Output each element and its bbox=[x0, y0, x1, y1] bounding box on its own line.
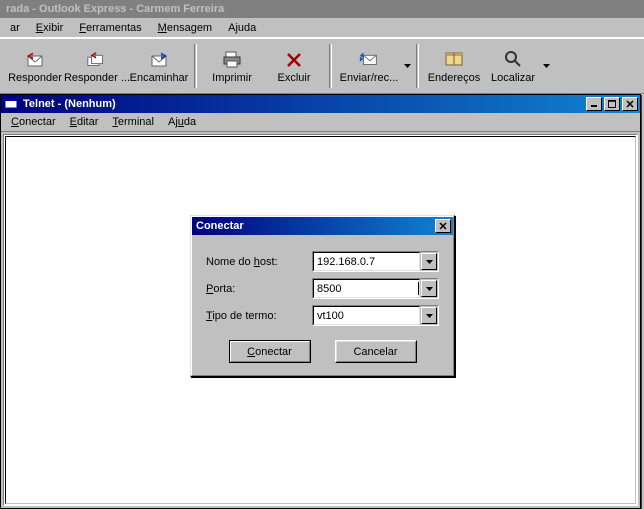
forward-icon bbox=[148, 49, 170, 69]
toolbar-separator bbox=[416, 44, 419, 88]
forward-button[interactable]: Encaminhar bbox=[128, 42, 190, 90]
reply-all-icon bbox=[86, 49, 108, 69]
term-dropdown-button[interactable] bbox=[421, 307, 437, 324]
cancel-button[interactable]: Cancelar bbox=[335, 340, 417, 363]
toolbar-separator bbox=[329, 44, 332, 88]
host-input[interactable] bbox=[314, 253, 419, 270]
telnet-menu-terminal[interactable]: Terminal bbox=[106, 114, 160, 130]
reply-all-label: Responder ... bbox=[64, 72, 130, 84]
dialog-title-bar[interactable]: Conectar bbox=[192, 217, 453, 235]
close-button[interactable] bbox=[622, 97, 638, 111]
telnet-app-icon bbox=[3, 96, 19, 112]
outlook-title-bar: rada - Outlook Express - Carmem Ferreira bbox=[0, 0, 644, 18]
send-recv-button[interactable]: Enviar/rec... bbox=[336, 42, 402, 90]
outlook-toolbar: Responder Responder ... Encaminhar Impri… bbox=[0, 38, 644, 94]
telnet-menu-editar[interactable]: Editar bbox=[64, 114, 105, 130]
maximize-button[interactable] bbox=[604, 97, 620, 111]
host-label: Nome do host: bbox=[206, 256, 312, 268]
connect-dialog: Conectar Nome do host: Porta: Tipo de te… bbox=[190, 215, 455, 377]
menu-item-mensagem[interactable]: Mensagem bbox=[152, 20, 218, 36]
telnet-menu-ajuda[interactable]: Ajuda bbox=[162, 114, 202, 130]
telnet-menu-bar: Conectar Editar Terminal Ajuda bbox=[1, 113, 640, 132]
reply-all-button[interactable]: Responder ... bbox=[66, 42, 128, 90]
delete-icon bbox=[283, 49, 305, 69]
host-dropdown-button[interactable] bbox=[421, 253, 437, 270]
term-input[interactable] bbox=[314, 307, 419, 324]
telnet-menu-conectar[interactable]: Conectar bbox=[5, 114, 62, 130]
find-button[interactable]: Localizar bbox=[485, 42, 541, 90]
addresses-button[interactable]: Endereços bbox=[423, 42, 485, 90]
host-combo[interactable] bbox=[312, 251, 439, 272]
find-icon bbox=[502, 49, 524, 69]
term-combo[interactable] bbox=[312, 305, 439, 326]
port-label: Porta: bbox=[206, 283, 312, 295]
print-button[interactable]: Imprimir bbox=[201, 42, 263, 90]
outlook-title-text: rada - Outlook Express - Carmem Ferreira bbox=[6, 3, 224, 15]
menu-item-ferramentas[interactable]: Ferramentas bbox=[73, 20, 147, 36]
connect-button[interactable]: Conectar bbox=[229, 340, 311, 363]
port-input[interactable] bbox=[314, 280, 417, 297]
print-label: Imprimir bbox=[212, 72, 252, 84]
forward-label: Encaminhar bbox=[130, 72, 189, 84]
toolbar-separator bbox=[194, 44, 197, 88]
find-dropdown[interactable] bbox=[541, 64, 551, 68]
port-dropdown-button[interactable] bbox=[421, 280, 437, 297]
delete-label: Excluir bbox=[277, 72, 310, 84]
menu-item[interactable]: ar bbox=[4, 20, 26, 36]
delete-button[interactable]: Excluir bbox=[263, 42, 325, 90]
find-label: Localizar bbox=[491, 72, 535, 84]
telnet-title-text: Telnet - (Nenhum) bbox=[21, 98, 586, 110]
telnet-title-bar[interactable]: Telnet - (Nenhum) bbox=[1, 95, 640, 113]
dialog-close-button[interactable] bbox=[435, 219, 451, 233]
text-caret bbox=[418, 282, 419, 295]
reply-label: Responder bbox=[8, 72, 62, 84]
port-combo[interactable] bbox=[312, 278, 439, 299]
term-label: Tipo de termo: bbox=[206, 310, 312, 322]
send-recv-dropdown[interactable] bbox=[402, 64, 412, 68]
reply-button[interactable]: Responder bbox=[4, 42, 66, 90]
minimize-button[interactable] bbox=[586, 97, 602, 111]
send-recv-label: Enviar/rec... bbox=[340, 72, 399, 84]
outlook-menu-bar: ar Exibir Ferramentas Mensagem Ajuda bbox=[0, 18, 644, 38]
send-recv-icon bbox=[358, 49, 380, 69]
menu-item-exibir[interactable]: Exibir bbox=[30, 20, 70, 36]
reply-icon bbox=[24, 49, 46, 69]
dialog-body: Nome do host: Porta: Tipo de termo: Cone… bbox=[192, 235, 453, 375]
addresses-icon bbox=[443, 49, 465, 69]
addresses-label: Endereços bbox=[428, 72, 481, 84]
menu-item-ajuda[interactable]: Ajuda bbox=[222, 20, 262, 36]
dialog-title-text: Conectar bbox=[196, 220, 435, 232]
print-icon bbox=[221, 49, 243, 69]
